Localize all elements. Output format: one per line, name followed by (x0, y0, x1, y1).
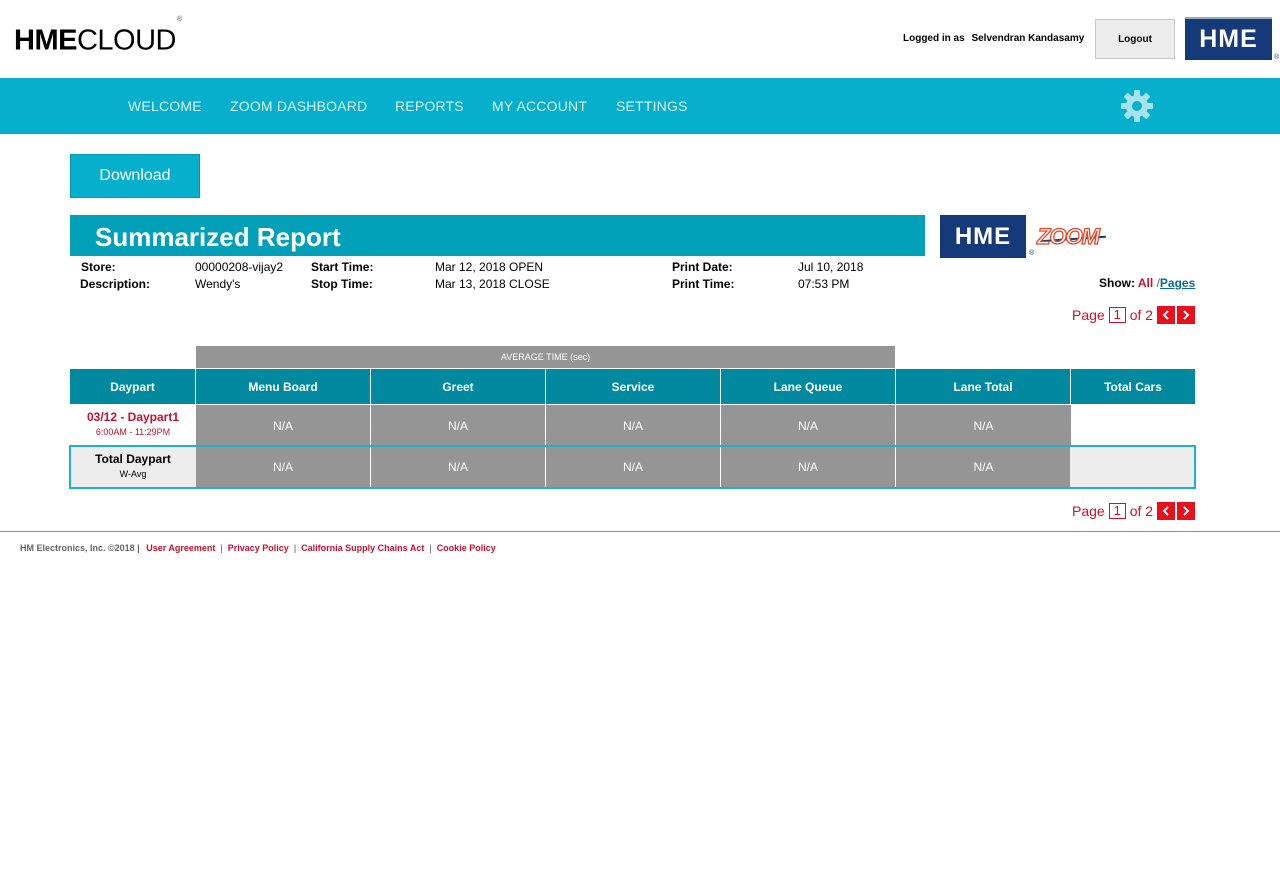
show-toggle: Show: All /Pages (1099, 276, 1195, 290)
start-time-label: Start Time: (311, 260, 374, 274)
download-button[interactable]: Download (70, 154, 200, 198)
brand-reg: ® (176, 16, 182, 23)
footer-link-privacy-policy[interactable]: Privacy Policy (228, 543, 289, 553)
main-nav: WELCOME ZOOM DASHBOARD REPORTS MY ACCOUN… (0, 78, 1280, 134)
start-time-value: Mar 12, 2018 OPEN (435, 260, 544, 274)
average-time-header: AVERAGE TIME (sec) (196, 346, 895, 368)
print-date-label: Print Date: (672, 260, 733, 274)
col-total-cars: Total Cars (1071, 369, 1195, 404)
print-date-value: Jul 10, 2018 (798, 260, 864, 274)
hme-logo: HME (1185, 17, 1272, 60)
page-header: HMECLOUD® Logged in as Selvendran Kandas… (0, 0, 1280, 78)
pager-of-label: of 2 (1129, 503, 1154, 519)
print-time-value: 07:53 PM (798, 277, 850, 291)
chevron-right-icon[interactable] (1177, 306, 1196, 324)
zoom-logo-reg: ® (1029, 250, 1035, 257)
footer-separator: | (293, 543, 297, 553)
pager-current-input[interactable]: 1 (1108, 307, 1126, 323)
cell-lane-queue: N/A (721, 405, 896, 446)
zoom-wordmark: ZOOM (1036, 223, 1100, 249)
footer-divider (0, 531, 1280, 532)
stop-time-value: Mar 13, 2018 CLOSE (435, 277, 550, 291)
print-time-label: Print Time: (672, 277, 735, 291)
col-daypart: Daypart (70, 369, 196, 404)
footer-link-cookie-policy[interactable]: Cookie Policy (437, 543, 496, 553)
footer-separator: | (220, 543, 223, 553)
footer-link-user-agreement[interactable]: User Agreement (146, 543, 215, 553)
col-greet: Greet (371, 369, 546, 404)
description-value: Wendy's (195, 277, 241, 291)
chevron-left-icon[interactable] (1157, 306, 1176, 324)
nav-item-settings[interactable]: SETTINGS (616, 78, 688, 134)
daypart-name: 03/12 - Daypart1 (86, 410, 180, 424)
hme-cloud-logo[interactable]: HMECLOUD® (14, 16, 182, 57)
pager-page-label: Page (1072, 503, 1105, 519)
report-title: Summarized Report (95, 222, 341, 252)
hme-logo-reg: ® (1274, 54, 1280, 61)
store-label: Store: (81, 260, 116, 274)
logged-in-label: Logged in as (903, 33, 965, 44)
page-footer: HM Electronics, Inc. ©2018 | User Agreem… (20, 543, 496, 553)
cell-service: N/A (546, 405, 721, 446)
footer-link-california-supply-chains[interactable]: California Supply Chains Act (301, 543, 424, 553)
nav-item-my-account[interactable]: MY ACCOUNT (492, 78, 587, 134)
cell-menu-board: N/A (196, 405, 371, 446)
col-lane-queue: Lane Queue (721, 369, 896, 404)
cell-greet: N/A (371, 405, 546, 446)
store-value: 00000208-vijay2 (195, 260, 284, 274)
brand-light: CLOUD (76, 24, 177, 57)
gear-icon[interactable] (1119, 88, 1155, 124)
daypart-time: 6:00AM - 11:29PM (95, 427, 171, 437)
show-all-link[interactable]: All (1138, 276, 1153, 290)
nav-item-reports[interactable]: REPORTS (395, 78, 464, 134)
nav-item-welcome[interactable]: WELCOME (128, 78, 202, 134)
col-service: Service (546, 369, 721, 404)
pager-page-label: Page (1072, 307, 1105, 323)
pager-bottom: Page 1 of 2 (1072, 502, 1196, 520)
pager-top: Page 1 of 2 (1072, 306, 1196, 324)
user-name: Selvendran Kandasamy (971, 33, 1085, 44)
stop-time-label: Stop Time: (311, 277, 373, 291)
brand-bold: HME (14, 24, 77, 57)
total-row-highlight (69, 445, 1196, 489)
show-label: Show: (1099, 276, 1135, 290)
footer-separator: | (429, 543, 432, 553)
chevron-right-icon[interactable] (1177, 502, 1196, 520)
show-pages-link[interactable]: Pages (1160, 276, 1195, 290)
table-row-daypart: 03/12 - Daypart1 6:00AM - 11:29PM (70, 405, 196, 446)
copyright-text: HM Electronics, Inc. ©2018 | (20, 543, 140, 553)
chevron-left-icon[interactable] (1157, 502, 1176, 520)
logout-button[interactable]: Logout (1095, 19, 1175, 59)
pager-current-input[interactable]: 1 (1108, 503, 1126, 519)
description-label: Description: (80, 277, 151, 291)
report-title-bar: Summarized Report (70, 215, 925, 256)
hme-zoom-logo: HME (940, 215, 1026, 258)
logged-in-status: Logged in as Selvendran Kandasamy (903, 33, 1084, 44)
nav-item-zoom-dashboard[interactable]: ZOOM DASHBOARD (230, 78, 367, 134)
pager-of-label: of 2 (1129, 307, 1154, 323)
col-lane-total: Lane Total (896, 369, 1071, 404)
cell-lane-total: N/A (896, 405, 1071, 446)
col-menu-board: Menu Board (196, 369, 371, 404)
